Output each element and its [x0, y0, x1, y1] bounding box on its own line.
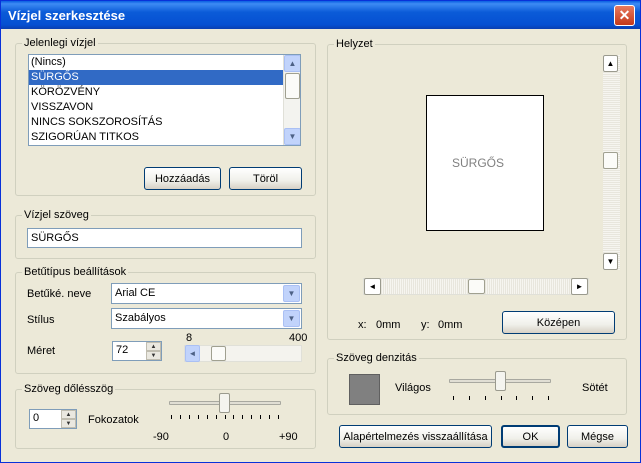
density-slider-thumb[interactable] [495, 371, 506, 391]
style-value: Szabályos [115, 312, 166, 324]
density-light-label: Világos [395, 382, 431, 394]
ok-button[interactable]: OK [501, 425, 560, 448]
list-scrollbar[interactable]: ▲ ▼ [283, 55, 300, 145]
arrow-down-icon[interactable]: ▼ [146, 351, 161, 360]
font-name-label: Betűké. neve [27, 288, 92, 300]
close-icon[interactable]: ✕ [614, 5, 635, 26]
arrow-down-icon[interactable]: ▼ [61, 419, 76, 428]
chevron-down-icon[interactable]: ▼ [283, 285, 300, 302]
slider-tick [278, 415, 279, 419]
arrow-down-icon[interactable]: ▼ [284, 128, 300, 145]
size-min-label: 8 [186, 332, 193, 344]
list-item[interactable]: SZIGORÚAN TITKOS [29, 130, 300, 145]
size-spinner[interactable]: 72 ▲ ▼ [112, 341, 162, 361]
slider-tick [171, 415, 172, 419]
arrow-up-icon[interactable]: ▲ [146, 342, 161, 351]
angle-slider-thumb[interactable] [219, 393, 230, 413]
current-watermark-legend: Jelenlegi vízjel [22, 37, 98, 49]
x-label: x: [358, 319, 367, 331]
vertical-position-scrollbar[interactable]: ▲ ▼ [603, 55, 620, 270]
font-name-value: Arial CE [115, 287, 156, 299]
slider-tick [548, 396, 549, 400]
angle-max-label: +90 [279, 431, 298, 443]
window-title: Vízjel szerkesztése [8, 7, 126, 23]
slider-tick [189, 415, 190, 419]
slider-tick [233, 415, 234, 419]
horizontal-position-thumb[interactable] [468, 279, 485, 294]
angle-unit-label: Fokozatok [88, 414, 139, 426]
preview-watermark-text: SÜRGŐS [452, 156, 505, 170]
slider-tick [251, 415, 252, 419]
preview-page: SÜRGŐS [426, 95, 544, 231]
arrow-left-icon[interactable]: ◄ [364, 278, 381, 295]
angle-min-label: -90 [153, 431, 169, 443]
angle-mid-label: 0 [223, 431, 230, 443]
arrow-right-icon[interactable]: ► [571, 278, 588, 295]
font-name-select[interactable]: Arial CE ▼ [111, 283, 302, 304]
add-button[interactable]: Hozzáadás [144, 167, 221, 190]
position-legend: Helyzet [334, 38, 375, 50]
slider-tick [207, 415, 208, 419]
list-item[interactable]: KÖRÖZVÉNY [29, 85, 300, 100]
arrow-up-icon[interactable]: ▲ [61, 410, 76, 419]
chevron-down-icon[interactable]: ▼ [283, 310, 300, 327]
slider-tick [469, 396, 470, 400]
angle-value: 0 [33, 412, 40, 424]
slider-tick [242, 415, 243, 419]
slider-tick [485, 396, 486, 400]
slider-tick [180, 415, 181, 419]
density-swatch [349, 374, 380, 405]
delete-button[interactable]: Töröl [229, 167, 302, 190]
density-dark-label: Sötét [582, 382, 608, 394]
arrow-down-icon[interactable]: ▼ [603, 253, 618, 270]
slider-tick [198, 415, 199, 419]
slider-tick [260, 415, 261, 419]
list-scroll-thumb[interactable] [285, 73, 300, 99]
y-value: 0mm [438, 319, 463, 331]
list-item[interactable]: NINCS SOKSZOROSÍTÁS [29, 115, 300, 130]
angle-slider-ticks [171, 415, 279, 421]
watermark-list[interactable]: (Nincs) SÜRGŐS KÖRÖZVÉNY VISSZAVON NINCS SOK… [28, 54, 301, 146]
arrow-left-icon[interactable]: ◄ [185, 345, 200, 362]
slider-tick [532, 396, 533, 400]
size-label: Méret [27, 345, 56, 357]
arrow-up-icon[interactable]: ▲ [284, 55, 300, 72]
size-value: 72 [116, 344, 129, 356]
slider-tick [501, 396, 502, 400]
slider-tick [225, 415, 226, 419]
x-value: 0mm [376, 319, 401, 331]
density-slider-ticks [453, 396, 549, 402]
list-item[interactable]: VISSZAVON [29, 100, 300, 115]
slider-tick [269, 415, 270, 419]
center-button[interactable]: Középen [502, 311, 615, 334]
list-item[interactable]: (Nincs) [29, 55, 300, 70]
size-slider[interactable]: ◄ [184, 345, 302, 362]
watermark-text-legend: Vízjel szöveg [22, 209, 91, 221]
watermark-list-items: (Nincs) SÜRGŐS KÖRÖZVÉNY VISSZAVON NINCS SOK… [29, 55, 300, 145]
title-bar: Vízjel szerkesztése ✕ [1, 1, 640, 29]
list-item[interactable]: SÜRGŐS [29, 70, 300, 85]
font-settings-legend: Betűtípus beállítások [22, 266, 129, 278]
density-legend: Szöveg denzitás [334, 352, 419, 364]
watermark-dialog: Vízjel szerkesztése ✕ Jelenlegi vízjel (… [0, 0, 641, 463]
arrow-up-icon[interactable]: ▲ [603, 55, 618, 72]
size-spinner-arrows[interactable]: ▲ ▼ [146, 342, 161, 360]
size-max-label: 400 [289, 332, 308, 344]
slider-tick [453, 396, 454, 400]
reset-defaults-button[interactable]: Alapértelmezés visszaállítása [339, 425, 492, 448]
size-slider-thumb[interactable] [211, 346, 226, 361]
slider-tick [216, 415, 217, 419]
angle-spinner[interactable]: 0 ▲ ▼ [29, 409, 77, 429]
style-label: Stílus [27, 314, 55, 326]
cancel-button[interactable]: Mégse [567, 425, 628, 448]
slider-tick [516, 396, 517, 400]
angle-spinner-arrows[interactable]: ▲ ▼ [61, 410, 76, 428]
watermark-text-input[interactable]: SÜRGŐS [27, 228, 302, 248]
y-label: y: [421, 319, 430, 331]
angle-legend: Szöveg dőlésszög [22, 383, 116, 395]
vertical-position-thumb[interactable] [603, 152, 618, 169]
horizontal-position-scrollbar[interactable]: ◄ ► [363, 278, 589, 295]
style-select[interactable]: Szabályos ▼ [111, 308, 302, 329]
